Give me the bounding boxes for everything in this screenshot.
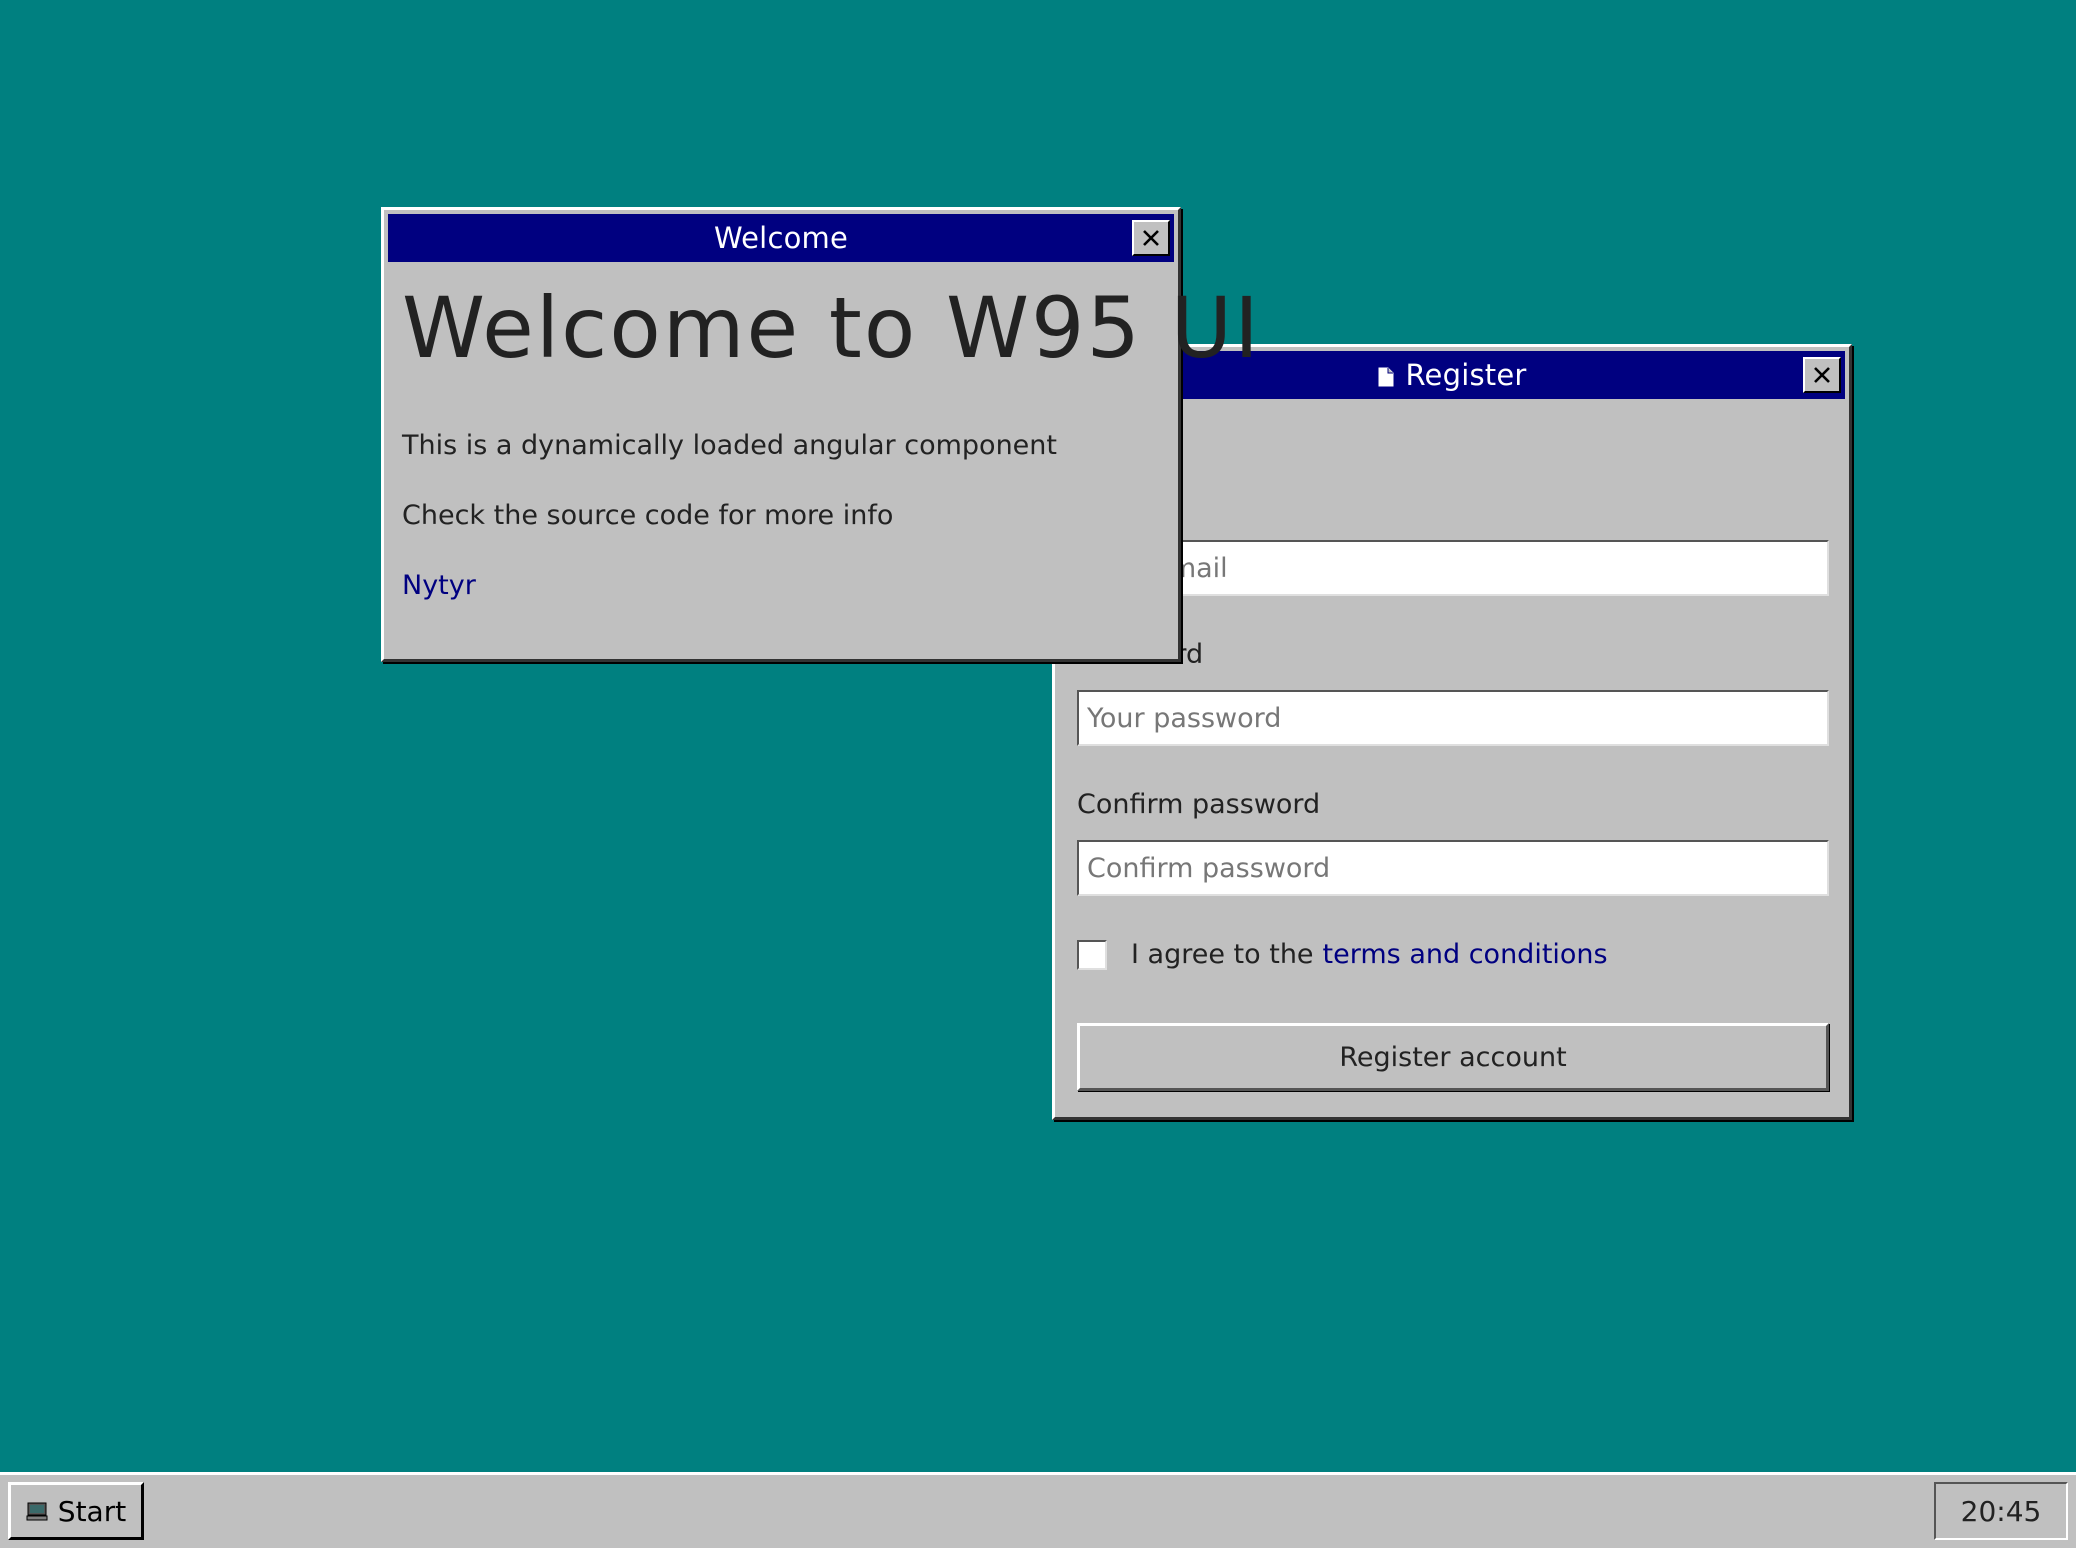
close-icon [1143,230,1159,246]
welcome-heading: Welcome to W95 UI [402,279,1261,377]
welcome-description: This is a dynamically loaded angular com… [402,430,1057,461]
password-field[interactable] [1077,690,1829,746]
desktop: Register Password Confirm password I agr… [0,0,2076,1472]
close-icon [1814,367,1830,383]
agree-row: I agree to the terms and conditions [1077,939,1608,970]
register-close-button[interactable] [1803,357,1841,393]
agree-text: I agree to the [1131,939,1314,970]
terms-link[interactable]: terms and conditions [1323,939,1608,970]
computer-icon [26,1502,48,1521]
welcome-close-button[interactable] [1132,220,1170,256]
email-field[interactable] [1077,540,1829,596]
start-button[interactable]: Start [8,1482,144,1540]
taskbar: Start 20:45 [0,1472,2076,1548]
confirm-password-field[interactable] [1077,840,1829,896]
agree-checkbox[interactable] [1077,939,1107,970]
taskbar-clock: 20:45 [1934,1482,2068,1540]
welcome-source-note: Check the source code for more info [402,500,894,531]
author-link[interactable]: Nytyr [402,570,476,601]
start-label: Start [57,1494,127,1528]
register-title: Register [1405,358,1527,392]
document-icon [1378,367,1393,387]
welcome-title: Welcome [713,221,849,255]
register-account-button[interactable]: Register account [1077,1023,1829,1091]
welcome-titlebar[interactable]: Welcome [388,214,1174,262]
confirm-password-label: Confirm password [1077,789,1321,820]
welcome-window: Welcome Welcome to W95 UI This is a dyna… [381,207,1259,662]
